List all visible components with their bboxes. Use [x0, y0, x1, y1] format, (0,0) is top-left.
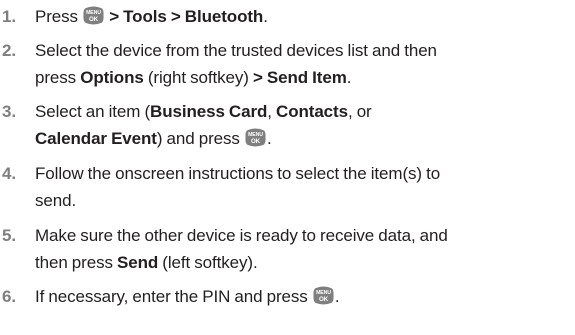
svg-text:OK: OK	[319, 296, 329, 303]
text-run: Select the device from the trusted devic…	[35, 41, 437, 60]
text-run: (right softkey)	[143, 68, 253, 87]
text-run: then press	[35, 253, 118, 272]
text-run: Follow the onscreen instructions to sele…	[35, 164, 441, 183]
step-line: press Options (right softkey) > Send Ite…	[35, 64, 573, 91]
svg-text:OK: OK	[89, 16, 99, 23]
step-text: If necessary, enter the PIN and press ME…	[35, 283, 573, 310]
bold-term: Send	[117, 253, 159, 272]
bold-term: > Tools > Bluetooth	[105, 7, 264, 26]
bold-term: Options	[80, 68, 144, 87]
step-text: Press MENU OK > Tools > Bluetooth.	[35, 3, 573, 30]
step-text: Select an item (Business Card, Contacts,…	[35, 98, 573, 152]
step-number: 1.	[2, 7, 16, 26]
step-number: 4.	[2, 164, 16, 183]
step-number: 3.	[2, 102, 16, 121]
bold-term: Contacts	[276, 102, 348, 121]
text-run: Make sure the other device is ready to r…	[35, 226, 448, 245]
step-line: Press MENU OK > Tools > Bluetooth.	[35, 3, 573, 30]
text-run: press	[35, 68, 81, 87]
step-line: Select the device from the trusted devic…	[35, 37, 573, 64]
step-text: Make sure the other device is ready to r…	[35, 222, 573, 276]
text-run: , or	[347, 102, 372, 121]
step-text: Follow the onscreen instructions to sele…	[35, 160, 573, 214]
menu-ok-key-icon: MENU OK	[83, 6, 104, 25]
text-run: .	[263, 7, 268, 26]
svg-text:OK: OK	[251, 138, 261, 145]
text-run: send.	[35, 191, 77, 210]
instruction-list: 1. Press MENU OK > Tools > Bluetooth. 2. …	[0, 0, 575, 335]
step-number: 2.	[2, 41, 16, 60]
step-line: send.	[35, 187, 573, 214]
step-line: Make sure the other device is ready to r…	[35, 222, 573, 249]
text-run: .	[346, 68, 352, 87]
step-text: Select the device from the trusted devic…	[35, 37, 573, 91]
text-run: .	[334, 287, 340, 306]
bold-term: Business Card	[150, 102, 268, 121]
step-line: then press Send (left softkey).	[35, 249, 573, 276]
step-line: Calendar Event) and press MENU OK.	[35, 125, 573, 152]
step-line: Follow the onscreen instructions to sele…	[35, 160, 573, 187]
text-run: (left softkey).	[158, 253, 258, 272]
step-line: Select an item (Business Card, Contacts,…	[35, 98, 573, 125]
text-run: ) and press	[156, 129, 244, 148]
text-run: .	[266, 129, 272, 148]
bold-term: > Send Item	[252, 68, 347, 87]
text-run: Select an item (	[35, 102, 151, 121]
step-line: If necessary, enter the PIN and press ME…	[35, 283, 573, 310]
text-run: ,	[267, 102, 277, 121]
menu-ok-key-icon: MENU OK	[313, 286, 334, 305]
text-run: Press	[35, 7, 83, 26]
text-run: If necessary, enter the PIN and press	[35, 287, 312, 306]
step-number: 5.	[2, 226, 16, 245]
menu-ok-key-icon: MENU OK	[245, 128, 266, 147]
step-number: 6.	[2, 287, 16, 306]
bold-term: Calendar Event	[35, 129, 157, 148]
